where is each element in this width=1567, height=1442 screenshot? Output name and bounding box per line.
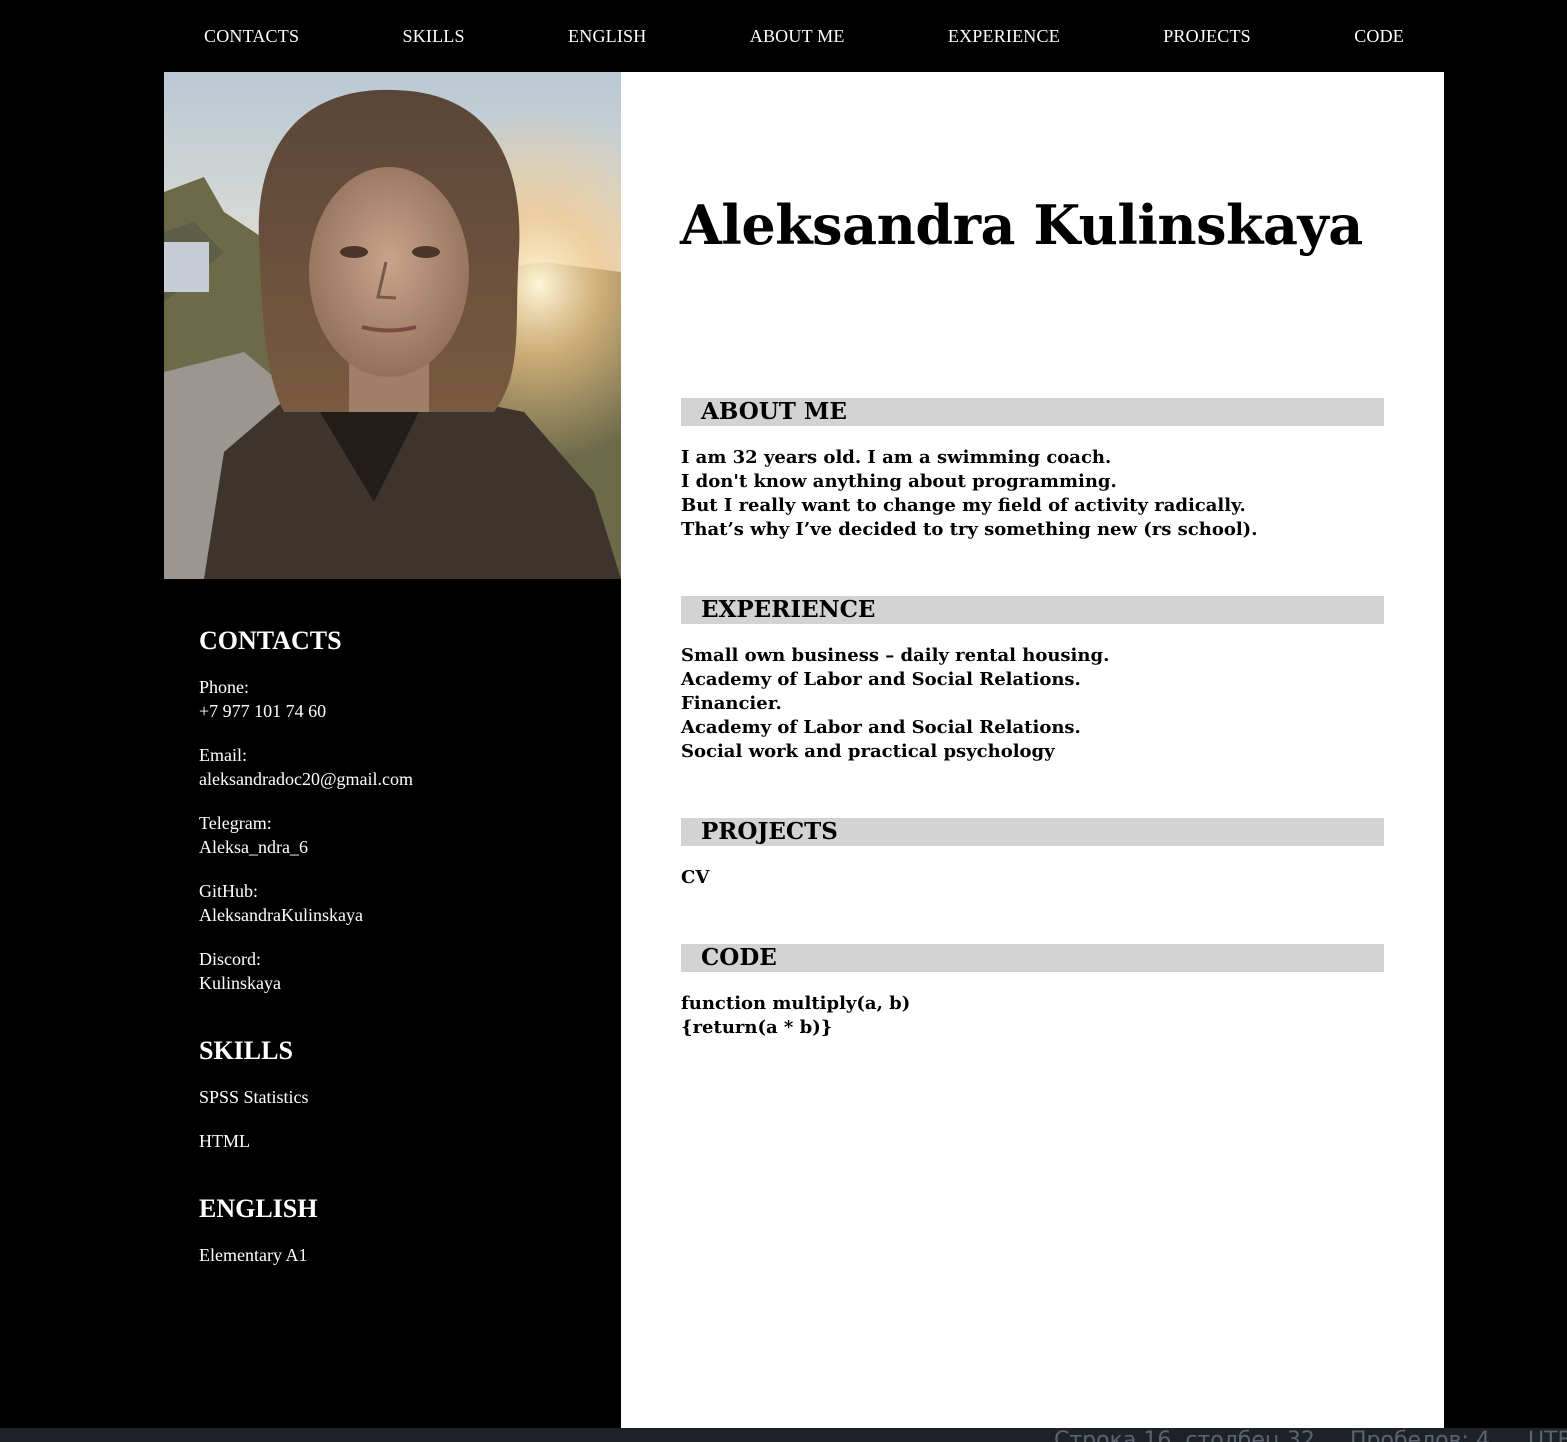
contacts-heading: CONTACTS <box>199 626 342 655</box>
about-heading: ABOUT ME <box>681 398 1384 426</box>
skills-heading: SKILLS <box>199 1036 293 1065</box>
experience-line: Academy of Labor and Social Relations. <box>681 717 1081 738</box>
contact-github: GitHub: AleksandraKulinskaya <box>199 879 599 927</box>
phone-label: Phone: <box>199 677 250 697</box>
english-level: Elementary A1 <box>199 1245 308 1265</box>
contacts-section: CONTACTS Phone: +7 977 101 74 60 Email: … <box>199 625 599 995</box>
code-section: CODE function multiply(a, b) {return(a *… <box>681 944 1384 1040</box>
experience-line: Small own business – daily rental housin… <box>681 645 1110 666</box>
skill-item: HTML <box>199 1131 250 1151</box>
about-text: I am 32 years old. I am a swimming coach… <box>681 446 1384 542</box>
contact-discord: Discord: Kulinskaya <box>199 947 599 995</box>
discord-value[interactable]: Kulinskaya <box>199 971 599 995</box>
nav-link-english[interactable]: ENGLISH <box>568 26 646 47</box>
experience-text: Small own business – daily rental housin… <box>681 644 1384 764</box>
experience-line: Social work and practical psychology <box>681 741 1055 762</box>
phone-value[interactable]: +7 977 101 74 60 <box>199 699 599 723</box>
nav-link-contacts[interactable]: CONTACTS <box>204 26 299 47</box>
projects-list: CV <box>681 866 1384 890</box>
nav-link-projects[interactable]: PROJECTS <box>1163 26 1251 47</box>
code-line: function multiply(a, b) <box>681 993 911 1014</box>
github-value[interactable]: AleksandraKulinskaya <box>199 903 599 927</box>
skill-item: SPSS Statistics <box>199 1087 309 1107</box>
telegram-label: Telegram: <box>199 813 272 833</box>
profile-photo-image <box>164 72 621 579</box>
code-sample: function multiply(a, b) {return(a * b)} <box>681 992 1384 1040</box>
indentation-setting[interactable]: Пробелов: 4 <box>1350 1428 1490 1442</box>
english-section: ENGLISH Elementary A1 <box>199 1193 599 1267</box>
contact-email: Email: aleksandradoc20@gmail.com <box>199 743 599 791</box>
email-label: Email: <box>199 745 247 765</box>
nav-link-experience[interactable]: EXPERIENCE <box>948 26 1060 47</box>
code-heading: CODE <box>681 944 1384 972</box>
left-column: CONTACTS Phone: +7 977 101 74 60 Email: … <box>199 625 599 1307</box>
contact-phone: Phone: +7 977 101 74 60 <box>199 675 599 723</box>
nav-link-skills[interactable]: SKILLS <box>403 26 465 47</box>
experience-heading: EXPERIENCE <box>681 596 1384 624</box>
page-title: Aleksandra Kulinskaya <box>680 193 1363 257</box>
project-link-cv[interactable]: CV <box>681 866 1384 890</box>
github-label: GitHub: <box>199 881 259 901</box>
code-line: {return(a * b)} <box>681 1017 833 1038</box>
projects-heading: PROJECTS <box>681 818 1384 846</box>
about-section: ABOUT ME I am 32 years old. I am a swimm… <box>681 398 1384 542</box>
about-line: But I really want to change my field of … <box>681 495 1246 516</box>
discord-label: Discord: <box>199 949 261 969</box>
experience-section: EXPERIENCE Small own business – daily re… <box>681 596 1384 764</box>
about-line: I don't know anything about programming. <box>681 471 1117 492</box>
skills-section: SKILLS SPSS Statistics HTML <box>199 1035 599 1153</box>
editor-status-bar: Строка 16, столбец 32 Пробелов: 4 UTF-8 <box>0 1428 1567 1442</box>
profile-photo <box>164 72 621 579</box>
cursor-position[interactable]: Строка 16, столбец 32 <box>1054 1428 1315 1442</box>
nav-link-about-me[interactable]: ABOUT ME <box>750 26 845 47</box>
experience-line: Academy of Labor and Social Relations. <box>681 669 1081 690</box>
telegram-value[interactable]: Aleksa_ndra_6 <box>199 835 599 859</box>
contact-telegram: Telegram: Aleksa_ndra_6 <box>199 811 599 859</box>
nav-link-code[interactable]: CODE <box>1354 26 1404 47</box>
email-value[interactable]: aleksandradoc20@gmail.com <box>199 767 599 791</box>
encoding-setting[interactable]: UTF-8 <box>1528 1428 1567 1442</box>
main-panel: Aleksandra Kulinskaya ABOUT ME I am 32 y… <box>621 72 1444 1428</box>
cv-page: CONTACTS SKILLS ENGLISH ABOUT ME EXPERIE… <box>0 0 1567 1442</box>
about-line: That’s why I’ve decided to try something… <box>681 519 1258 540</box>
about-line: I am 32 years old. I am a swimming coach… <box>681 447 1112 468</box>
top-nav: CONTACTS SKILLS ENGLISH ABOUT ME EXPERIE… <box>164 0 1444 72</box>
projects-section: PROJECTS CV <box>681 818 1384 890</box>
experience-line: Financier. <box>681 693 782 714</box>
english-heading: ENGLISH <box>199 1194 318 1223</box>
